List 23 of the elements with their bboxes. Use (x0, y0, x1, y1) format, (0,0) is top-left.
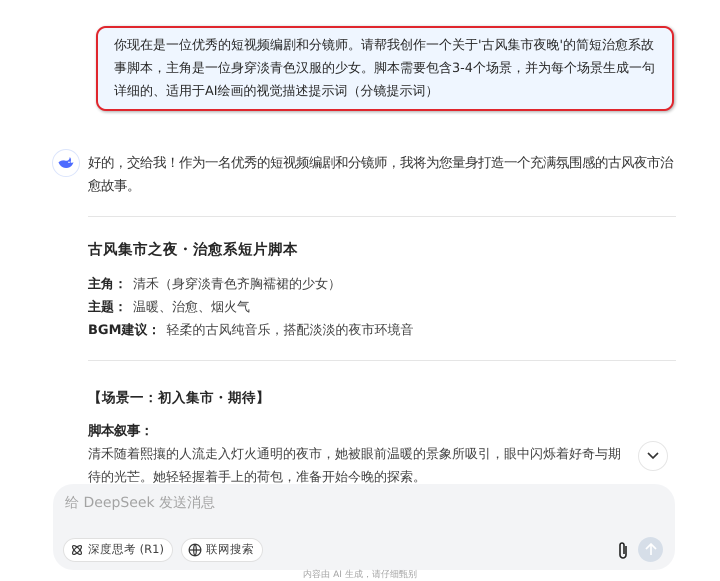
field-label: 主题： (88, 298, 127, 317)
narrative-text: 清禾随着熙攘的人流走入灯火通明的夜市，她被眼前温暖的景象所吸引，眼中闪烁着好奇与期待的光芒。她轻轻握着手上的荷包，准备开始今晚的探索。 (88, 446, 622, 487)
chevron-down-icon (647, 452, 659, 460)
field-label: 主角： (88, 276, 127, 294)
disclaimer-text: 内容由 AI 生成，请仔细甄别 (303, 570, 417, 580)
paperclip-icon[interactable] (616, 540, 630, 560)
atom-icon (70, 542, 84, 556)
message-input[interactable]: 给 DeepSeek 发送消息 (63, 494, 367, 512)
script-title: 古风集市之夜・治愈系短片脚本 (88, 240, 299, 259)
reply-text: 好的，交给我！作为一名优秀的短视频编剧和分镜师，我将为您量身打造一个充满氛围感的古风夜市治愈故事。 (88, 154, 674, 196)
field-value: 轻柔的古风纯音乐，搭配淡淡的夜市环境音 (166, 322, 414, 340)
field-value: 清禾（身穿淡青色齐胸襦裙的少女） (133, 276, 341, 294)
field-value: 温暖、治愈、烟火气 (133, 299, 250, 317)
whale-avatar-icon (52, 149, 80, 177)
user-message: 你现在是一位优秀的短视频编剧和分镜师。请帮我创作一个关于'古风集市夜晚'的简短治愈系故事脚本，主角是一位身穿淡青色汉服的少女。脚本需要包含3-4个场景，并为每个场景生成一句详细的、适用于AI绘画的视觉描述提示词（分镜提示词） (96, 26, 674, 111)
toggle-chip[interactable]: 深度思考 (R1) (63, 538, 173, 562)
scene-heading: 【场景一：初入集市・期待】 (88, 389, 271, 407)
field-label: BGM建议： (88, 322, 161, 340)
narrative-label: 脚本叙事： (88, 422, 154, 441)
scroll-down-button[interactable] (638, 441, 668, 471)
arrow-up-icon (644, 543, 656, 556)
toggle-chip[interactable]: 联网搜索 (180, 538, 263, 562)
globe-icon (188, 542, 202, 556)
